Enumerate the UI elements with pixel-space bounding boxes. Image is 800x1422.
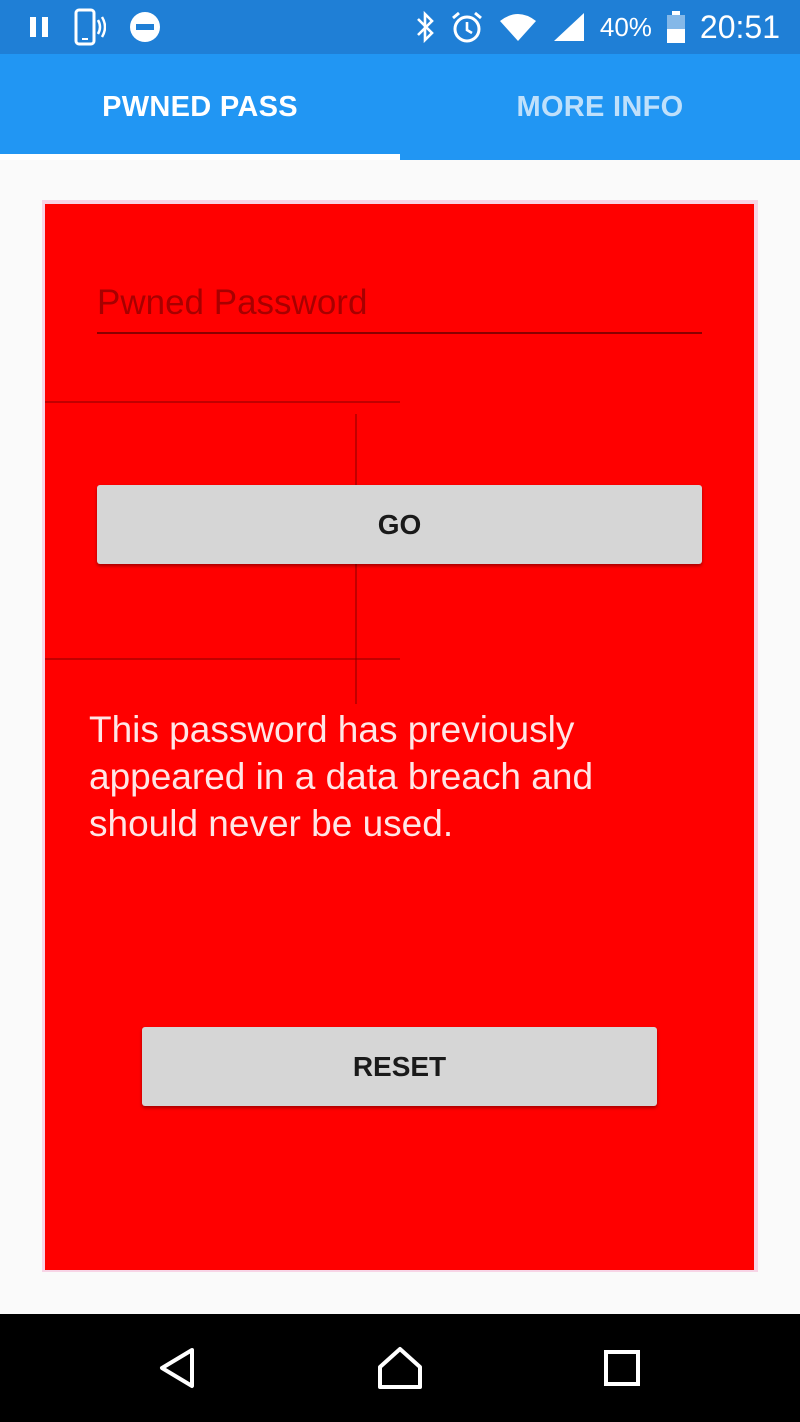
battery-icon <box>666 10 686 44</box>
clock: 20:51 <box>699 8 780 45</box>
alarm-icon <box>450 10 484 44</box>
wifi-icon <box>498 11 538 43</box>
do-not-disturb-icon <box>128 10 162 44</box>
reset-button[interactable]: RESET <box>142 1027 657 1106</box>
layout-guide-line <box>45 401 400 403</box>
password-input[interactable] <box>97 274 702 334</box>
go-button[interactable]: GO <box>97 485 702 564</box>
navigation-bar <box>0 1314 800 1422</box>
phone-vibrate-icon <box>72 8 106 46</box>
tab-bar: PWNED PASS MORE INFO <box>0 54 800 160</box>
recents-icon[interactable] <box>592 1338 652 1398</box>
pause-icon <box>28 15 50 39</box>
active-tab-indicator <box>0 154 400 160</box>
result-card: GO This password has previously appeared… <box>45 204 754 1270</box>
bluetooth-icon <box>414 10 436 44</box>
tab-more-info[interactable]: MORE INFO <box>400 54 800 160</box>
battery-percent: 40% <box>599 11 652 42</box>
breach-message: This password has previously appeared in… <box>89 709 594 844</box>
layout-guide-line <box>45 658 400 660</box>
tab-pwned-pass[interactable]: PWNED PASS <box>0 54 400 160</box>
signal-icon <box>552 11 586 43</box>
back-icon[interactable] <box>148 1338 208 1398</box>
home-icon[interactable] <box>370 1338 430 1398</box>
status-bar: 40% 20:51 <box>0 0 800 54</box>
